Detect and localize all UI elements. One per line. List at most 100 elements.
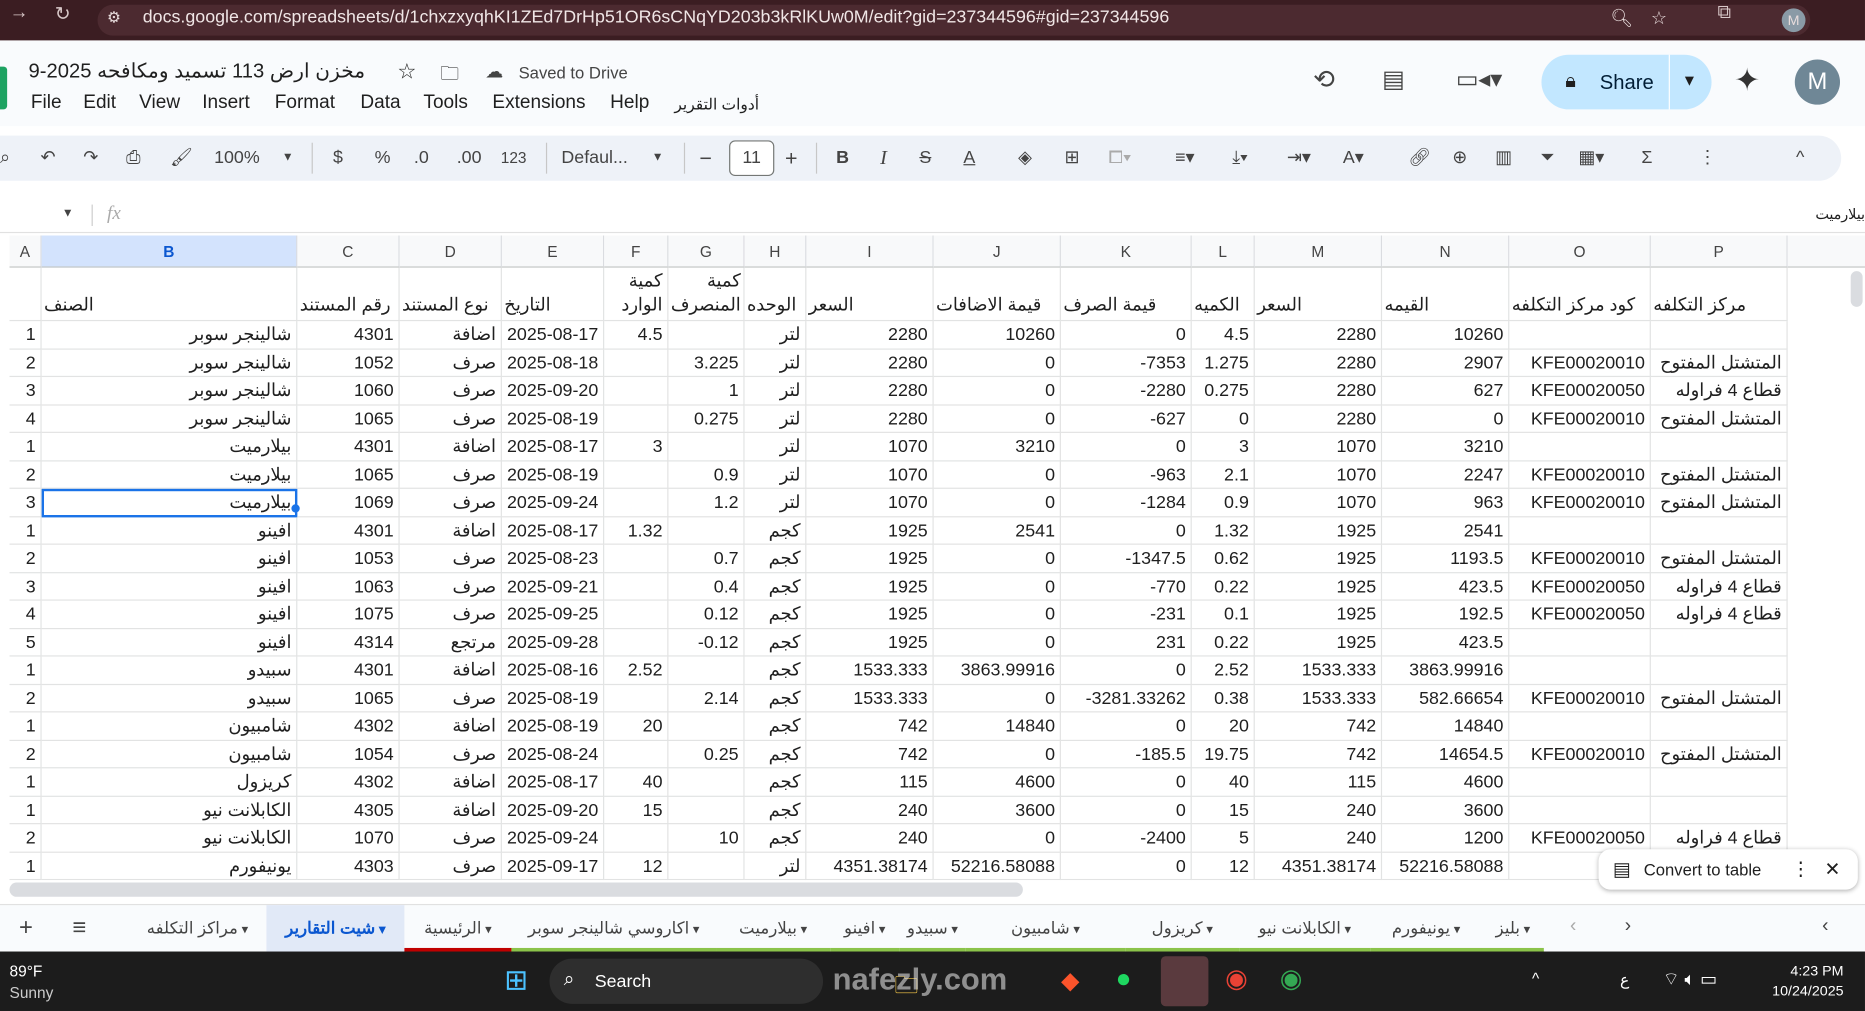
table-cell[interactable]: شامبيون [41,740,298,769]
sheet-tab[interactable]: افينو ▾ [830,905,900,953]
table-cell[interactable]: 240 [1254,824,1383,853]
table-cell[interactable]: KFE00020010 [1509,404,1651,433]
table-cell[interactable]: المتشتل المفتوح [1650,349,1788,378]
table-cell[interactable]: الكابلانت نيو [41,796,298,825]
star-icon[interactable]: ☆ [397,59,416,84]
table-cell[interactable]: KFE00020010 [1509,488,1651,517]
meet-icon[interactable]: ▭◂▾ [1456,64,1502,94]
table-cell[interactable]: 4301 [297,432,400,461]
header-cell[interactable]: رقم المستند [297,267,400,322]
table-cell[interactable] [604,600,669,629]
address-bar[interactable]: ⚙ docs.google.com/spreadsheets/d/1chxzxy… [97,4,1811,36]
table-cell[interactable]: صرف [399,460,502,489]
table-cell[interactable]: 2025-09-20 [501,796,605,825]
table-cell[interactable]: 1070 [806,460,934,489]
table-cell[interactable]: 1053 [297,544,400,573]
sheet-tab[interactable]: كريزول ▾ [1125,905,1240,953]
formula-input[interactable]: بيلارميت [1784,206,1865,223]
table-cell[interactable]: 1533.333 [806,684,934,713]
more-icon[interactable]: ⋮ [1791,858,1810,882]
tab-menu-icon[interactable]: ▾ [1341,923,1352,937]
table-cell[interactable]: 0 [1060,656,1192,685]
table-cell[interactable]: 2025-09-24 [501,824,605,853]
table-cell[interactable]: 3 [9,488,42,517]
table-cell[interactable]: 1200 [1382,824,1510,853]
table-cell[interactable]: 2280 [1254,377,1383,405]
explore-collapse-icon[interactable]: ‹ [1822,916,1828,937]
table-cell[interactable]: 0.25 [668,740,745,769]
column-header-empty[interactable] [1787,235,1865,268]
table-cell[interactable]: 5 [9,628,42,657]
table-cell[interactable]: 1052 [297,349,400,378]
table-cell[interactable]: 2280 [806,377,934,405]
column-header-E[interactable]: E [501,235,605,268]
table-cell[interactable] [604,628,669,657]
table-cell[interactable] [668,796,745,825]
menu-extensions[interactable]: Extensions [492,93,585,114]
table-cell[interactable]: 231 [1060,628,1192,657]
increase-decimal-button[interactable]: .00 [457,143,482,174]
table-cell[interactable]: المتشتل المفتوح [1650,488,1788,517]
table-cell[interactable]: 423.5 [1382,572,1510,601]
table-cell[interactable]: 2025-08-17 [501,321,605,350]
table-cell[interactable]: 742 [806,740,934,769]
table-cell[interactable]: 2541 [933,516,1061,545]
table-cell[interactable]: سبيدو [41,656,298,685]
table-cell[interactable]: 1925 [1254,572,1383,601]
table-cell[interactable]: 52216.58088 [1382,852,1510,881]
table-cell[interactable]: 1 [9,321,42,350]
table-cell[interactable]: 2025-08-19 [501,684,605,713]
table-cell[interactable]: 1069 [297,488,400,517]
table-cell[interactable]: افينو [41,572,298,601]
show-hidden-icons[interactable]: ^ [1532,969,1539,987]
table-cell[interactable]: 3 [604,432,669,461]
table-cell[interactable]: افينو [41,600,298,629]
sheet-tab[interactable]: يونيفورم ▾ [1370,905,1482,953]
table-cell[interactable]: 2 [9,544,42,573]
table-cell[interactable]: 0.62 [1191,544,1255,573]
move-folder-icon[interactable]: 🗀 [440,61,459,93]
table-cell[interactable]: -2280 [1060,377,1192,405]
table-cell[interactable]: 1.2 [668,488,745,517]
table-cell[interactable]: 4303 [297,852,400,881]
tab-menu-icon[interactable]: ▾ [1070,923,1080,937]
table-cell[interactable]: لتر [744,349,807,378]
clock-time[interactable]: 4:23 PM [1775,962,1843,979]
table-cell[interactable]: صرف [399,349,502,378]
table-cell[interactable]: KFE00020050 [1509,572,1651,601]
table-cell[interactable]: 3 [9,572,42,601]
table-cell[interactable] [668,656,745,685]
table-cell[interactable]: 2280 [1254,404,1383,433]
horizontal-align-icon[interactable]: ≡▾ [1175,143,1194,174]
table-cell[interactable]: 0 [933,824,1061,853]
menu-edit[interactable]: Edit [83,93,116,114]
table-cell[interactable]: 0 [1060,796,1192,825]
column-header-A[interactable]: A [9,235,42,268]
table-cell[interactable]: 10 [668,824,745,853]
insert-link-icon[interactable]: 🔗︎ [1408,143,1431,174]
table-cell[interactable] [1650,628,1788,657]
table-cell[interactable] [668,321,745,350]
table-cell[interactable]: قطاع 4 فراوله [1650,377,1788,405]
telegram-icon[interactable] [1160,956,1209,1007]
table-cell[interactable]: 3863.99916 [1382,656,1510,685]
table-cell[interactable]: 1054 [297,740,400,769]
scroll-tabs-right-icon[interactable]: › [1625,916,1631,937]
header-cell[interactable]: نوع المستند [399,267,502,322]
table-cell[interactable]: كجم [744,544,807,573]
table-cell[interactable]: 1070 [806,432,934,461]
table-cell[interactable]: 0 [933,600,1061,629]
column-header-N[interactable]: N [1382,235,1510,268]
header-cell[interactable]: كود مركز التكلفه [1509,267,1651,322]
sheet-tab[interactable]: شيت التقارير ▾ [266,905,405,953]
table-cell[interactable]: 1925 [1254,628,1383,657]
undo-icon[interactable]: ↶ [40,143,55,174]
table-cell[interactable] [668,432,745,461]
increase-font-size-icon[interactable]: + [785,143,798,174]
table-cell[interactable]: 963 [1382,488,1510,517]
table-cell[interactable] [604,349,669,378]
table-cell[interactable]: 1925 [806,600,934,629]
vertical-align-icon[interactable]: ⤓▾ [1232,143,1247,174]
table-cell[interactable]: 0 [933,404,1061,433]
table-cell[interactable]: لتر [744,404,807,433]
